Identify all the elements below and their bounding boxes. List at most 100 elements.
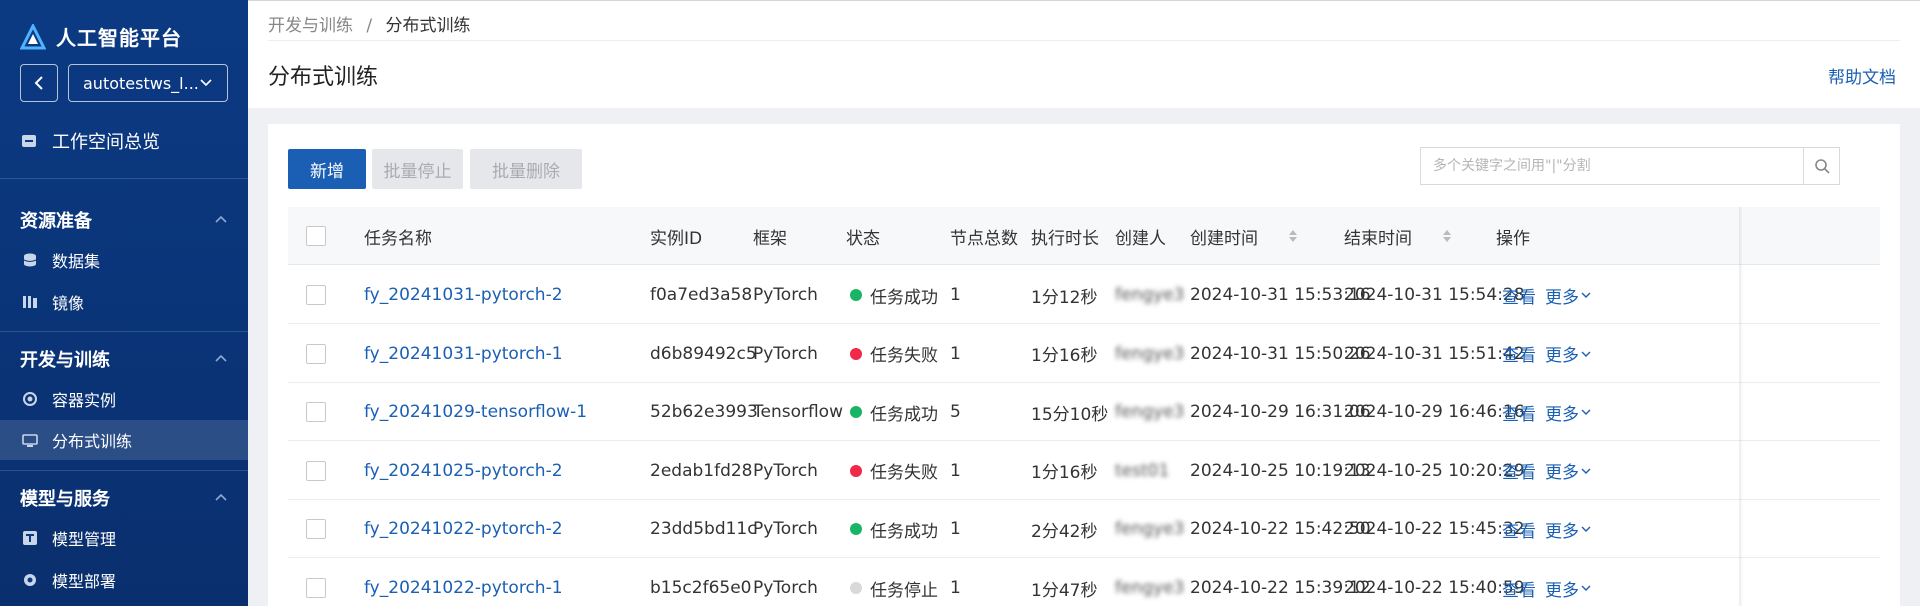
duration: 1分16秒 — [1031, 346, 1098, 367]
sidebar-item-image[interactable]: 镜像 — [0, 282, 248, 322]
status-dot-icon — [850, 406, 862, 419]
duration: 2分42秒 — [1031, 521, 1098, 542]
row-checkbox[interactable] — [306, 285, 326, 305]
status-dot-icon — [850, 582, 862, 594]
row-checkbox[interactable] — [306, 578, 326, 598]
view-link[interactable]: 查看 — [1502, 383, 1536, 441]
chevron-up-icon[interactable] — [214, 212, 228, 226]
framework: PyTorch — [753, 578, 818, 598]
task-name-link[interactable]: fy_20241031-pytorch-1 — [364, 325, 563, 383]
col-duration: 执行时长 — [1031, 228, 1099, 249]
task-name-link[interactable]: fy_20241022-pytorch-2 — [364, 500, 563, 558]
back-button[interactable] — [20, 64, 58, 102]
divider — [0, 470, 248, 471]
end-time: 2024-10-25 10:20:29 — [1344, 460, 1525, 481]
add-button[interactable]: 新增 — [288, 149, 366, 189]
more-dropdown[interactable]: 更多 — [1545, 500, 1591, 558]
more-dropdown[interactable]: 更多 — [1545, 383, 1591, 441]
row-checkbox[interactable] — [306, 343, 326, 364]
deploy-icon — [24, 574, 36, 586]
status-text: 任务成功 — [870, 521, 938, 542]
duration: 1分47秒 — [1031, 580, 1098, 601]
row-select-cell — [306, 266, 326, 324]
end-time: 2024-10-22 15:45:32 — [1344, 519, 1525, 540]
col-status: 状态 — [846, 228, 880, 249]
framework: Tensorflow — [753, 402, 843, 423]
view-link[interactable]: 查看 — [1502, 325, 1536, 383]
status-dot-icon — [850, 523, 862, 536]
section-resources[interactable]: 资源准备 — [20, 207, 92, 233]
row-checkbox[interactable] — [306, 519, 326, 540]
instance-id: b15c2f65e0 — [650, 578, 752, 598]
batch-stop-button[interactable]: 批量停止 — [372, 149, 463, 189]
sidebar-item-dataset[interactable]: 数据集 — [0, 240, 248, 280]
sort-icon[interactable] — [1442, 228, 1452, 244]
table-header: 任务名称 实例ID 框架 状态 节点总数 执行时长 创建人 创建时间 结束时间 … — [288, 207, 1880, 265]
workspace-name: autotestws_l... — [83, 73, 199, 93]
status-cell: 任务成功 — [850, 383, 938, 441]
table-row: fy_20241031-pytorch-2 f0a7ed3a58 PyTorch 任务… — [288, 266, 1880, 324]
col-framework: 框架 — [753, 228, 787, 249]
batch-delete-button[interactable]: 批量删除 — [470, 149, 582, 189]
sidebar-item-model-management[interactable]: 模型管理 — [0, 518, 248, 558]
task-name-link[interactable]: fy_20241029-tensorflow-1 — [364, 383, 587, 441]
col-end-time[interactable]: 结束时间 — [1344, 207, 1452, 265]
view-link[interactable]: 查看 — [1502, 442, 1536, 500]
chevron-down-icon — [1581, 585, 1591, 591]
status-text: 任务失败 — [870, 346, 938, 367]
breadcrumb-separator: / — [366, 16, 373, 36]
search-input[interactable] — [1421, 148, 1803, 184]
more-dropdown[interactable]: 更多 — [1545, 442, 1591, 500]
creator: fengye3 — [1115, 285, 1185, 305]
table-row: fy_20241029-tensorflow-1 52b62e3993 Tensor… — [288, 383, 1880, 442]
status-text: 任务成功 — [870, 287, 938, 308]
sort-icon[interactable] — [1288, 228, 1298, 244]
sidebar-item-label: 容器实例 — [52, 391, 117, 410]
section-dev-training[interactable]: 开发与训练 — [20, 346, 110, 372]
more-dropdown[interactable]: 更多 — [1545, 325, 1591, 383]
framework: PyTorch — [753, 343, 818, 364]
creator: fengye3 — [1115, 578, 1185, 598]
sidebar-item-distributed-training[interactable]: 分布式训练 — [0, 420, 248, 460]
breadcrumb-current: 分布式训练 — [385, 16, 471, 36]
col-ops: 操作 — [1496, 228, 1530, 249]
more-dropdown[interactable]: 更多 — [1545, 559, 1591, 606]
workspace-select[interactable]: autotestws_l... — [68, 64, 228, 102]
database-icon — [23, 253, 37, 267]
view-link[interactable]: 查看 — [1502, 559, 1536, 606]
more-label: 更多 — [1545, 404, 1579, 425]
divider — [0, 178, 248, 179]
chevron-down-icon — [1581, 526, 1591, 533]
more-dropdown[interactable]: 更多 — [1545, 266, 1591, 324]
sidebar-item-model-deploy[interactable]: 模型部署 — [0, 560, 248, 600]
select-all-checkbox[interactable] — [306, 226, 326, 246]
row-select-cell — [306, 383, 326, 441]
view-link[interactable]: 查看 — [1502, 500, 1536, 558]
chevron-up-icon[interactable] — [214, 351, 228, 365]
search-button[interactable] — [1803, 148, 1839, 184]
task-name-link[interactable]: fy_20241031-pytorch-2 — [364, 266, 563, 324]
row-select-cell — [306, 500, 326, 558]
table-row: fy_20241022-pytorch-1 b15c2f65e0 PyTorch 任务… — [288, 559, 1880, 606]
search-icon — [1814, 159, 1830, 174]
chevron-up-icon[interactable] — [214, 490, 228, 504]
row-checkbox[interactable] — [306, 402, 326, 423]
nav-overview[interactable]: 工作空间总览 — [20, 128, 160, 154]
status-cell: 任务停止 — [850, 559, 938, 606]
section-model-service[interactable]: 模型与服务 — [20, 485, 110, 511]
row-checkbox[interactable] — [306, 460, 326, 481]
view-link[interactable]: 查看 — [1502, 266, 1536, 324]
sidebar-item-container[interactable]: 容器实例 — [0, 379, 248, 419]
status-cell: 任务成功 — [850, 500, 938, 558]
col-created-time[interactable]: 创建时间 — [1190, 207, 1298, 265]
chevron-left-icon — [34, 76, 43, 90]
help-docs-link[interactable]: 帮助文档 — [1828, 63, 1896, 88]
instance-id: 52b62e3993 — [650, 402, 758, 423]
logo-icon — [20, 23, 46, 49]
page-title: 分布式训练 — [268, 65, 379, 90]
task-name-link[interactable]: fy_20241022-pytorch-1 — [364, 559, 563, 606]
task-name-link[interactable]: fy_20241025-pytorch-2 — [364, 442, 563, 500]
status-dot-icon — [850, 464, 862, 477]
status-dot-icon — [850, 347, 862, 360]
breadcrumb-parent[interactable]: 开发与训练 — [268, 16, 353, 36]
